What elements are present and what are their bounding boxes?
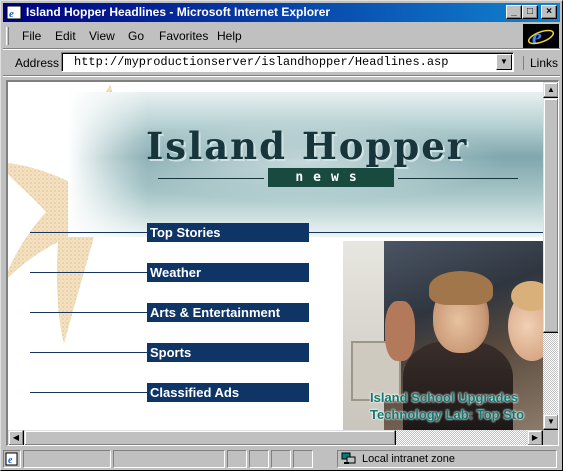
menu-go[interactable]: Go — [128, 29, 144, 43]
menu-help[interactable]: Help — [217, 29, 242, 43]
vertical-scrollbar[interactable]: ▲ ▼ — [543, 82, 558, 430]
nav-weather[interactable]: Weather — [147, 263, 309, 282]
menu-view[interactable]: View — [89, 29, 115, 43]
nav-classified-ads[interactable]: Classified Ads — [147, 383, 309, 402]
maximize-button[interactable]: □ — [522, 5, 538, 19]
menu-favorites[interactable]: Favorites — [159, 29, 208, 43]
address-url: http://myproductionserver/islandhopper/H… — [74, 55, 449, 69]
arrow-right-icon: ▶ — [531, 433, 539, 442]
nav-arts-entertainment[interactable]: Arts & Entertainment — [147, 303, 309, 322]
window-title: Island Hopper Headlines - Microsoft Inte… — [26, 5, 331, 19]
scrollbar-corner — [543, 430, 558, 445]
arrow-down-icon: ▼ — [547, 417, 555, 426]
status-zone-panel: Local intranet zone — [337, 450, 557, 468]
scroll-up-button[interactable]: ▲ — [543, 82, 558, 98]
toolbar-grip[interactable] — [6, 27, 9, 45]
scroll-right-button[interactable]: ▶ — [527, 430, 543, 445]
page-status-icon: e — [5, 452, 18, 466]
menu-file[interactable]: File — [22, 29, 41, 43]
address-bar: Address http://myproductionserver/island… — [3, 50, 560, 74]
masthead-title: Island Hopper — [146, 124, 469, 168]
ie-page-icon: e — [6, 5, 22, 20]
svg-text:e: e — [8, 455, 13, 466]
nav-rule — [30, 232, 147, 233]
arrow-left-icon: ◀ — [12, 433, 20, 442]
headline-line: Island School Upgrades — [370, 390, 519, 405]
links-button[interactable]: Links — [523, 56, 558, 70]
horizontal-scrollbar[interactable]: ◀ ▶ — [8, 430, 543, 445]
status-progress-panel — [113, 450, 225, 468]
horizontal-scroll-thumb[interactable] — [24, 430, 396, 445]
menu-edit[interactable]: Edit — [55, 29, 76, 43]
svg-text:e: e — [532, 24, 542, 48]
ie-logo-icon: e — [523, 24, 559, 49]
status-extra-panel — [271, 450, 291, 468]
content-viewport: Island Hopper news Top Stories Island Sc… — [6, 80, 559, 446]
vertical-scroll-thumb[interactable] — [543, 98, 558, 333]
address-divider — [3, 75, 560, 77]
address-dropdown-button[interactable]: ▼ — [496, 54, 512, 70]
svg-text:e: e — [9, 8, 14, 20]
chevron-down-icon: ▼ — [500, 57, 508, 66]
minimize-button[interactable]: _ — [506, 5, 522, 19]
menu-bar: File Edit View Go Favorites Help e — [3, 24, 560, 49]
photo-headline[interactable]: Island School Upgrades Technology Lab: T… — [370, 389, 524, 423]
intranet-zone-icon — [341, 452, 356, 464]
scroll-left-button[interactable]: ◀ — [8, 430, 24, 445]
close-icon: × — [546, 6, 552, 17]
minimize-icon: _ — [511, 6, 517, 17]
web-page: Island Hopper news Top Stories Island Sc… — [8, 82, 543, 430]
nav-rule — [30, 312, 147, 313]
arrow-up-icon: ▲ — [547, 85, 555, 94]
browser-window: e Island Hopper Headlines - Microsoft In… — [0, 0, 563, 471]
status-lock-panel — [227, 450, 247, 468]
headline-line: Technology Lab: Top Sto — [370, 407, 525, 422]
scroll-down-button[interactable]: ▼ — [543, 414, 558, 430]
status-extra-panel — [293, 450, 313, 468]
status-message-panel — [23, 450, 111, 468]
nav-top-stories[interactable]: Top Stories — [147, 223, 309, 242]
status-icon-panel: e — [3, 450, 21, 468]
address-input[interactable]: http://myproductionserver/islandhopper/H… — [61, 52, 514, 72]
masthead-subtitle: news — [268, 168, 394, 187]
status-extra-panel — [249, 450, 269, 468]
masthead-banner: Island Hopper news — [68, 92, 543, 237]
nav-rule — [30, 272, 147, 273]
nav-rule — [30, 392, 147, 393]
nav-rule — [30, 352, 147, 353]
close-button[interactable]: × — [541, 5, 557, 19]
news-photo[interactable]: Island School Upgrades Technology Lab: T… — [343, 241, 543, 430]
nav-rule-right — [309, 232, 543, 233]
status-zone-text: Local intranet zone — [362, 453, 455, 465]
address-label: Address — [15, 56, 60, 70]
title-bar: e Island Hopper Headlines - Microsoft In… — [3, 3, 560, 22]
status-bar: e Local intranet zone — [3, 449, 560, 469]
nav-sports[interactable]: Sports — [147, 343, 309, 362]
maximize-icon: □ — [526, 6, 534, 17]
